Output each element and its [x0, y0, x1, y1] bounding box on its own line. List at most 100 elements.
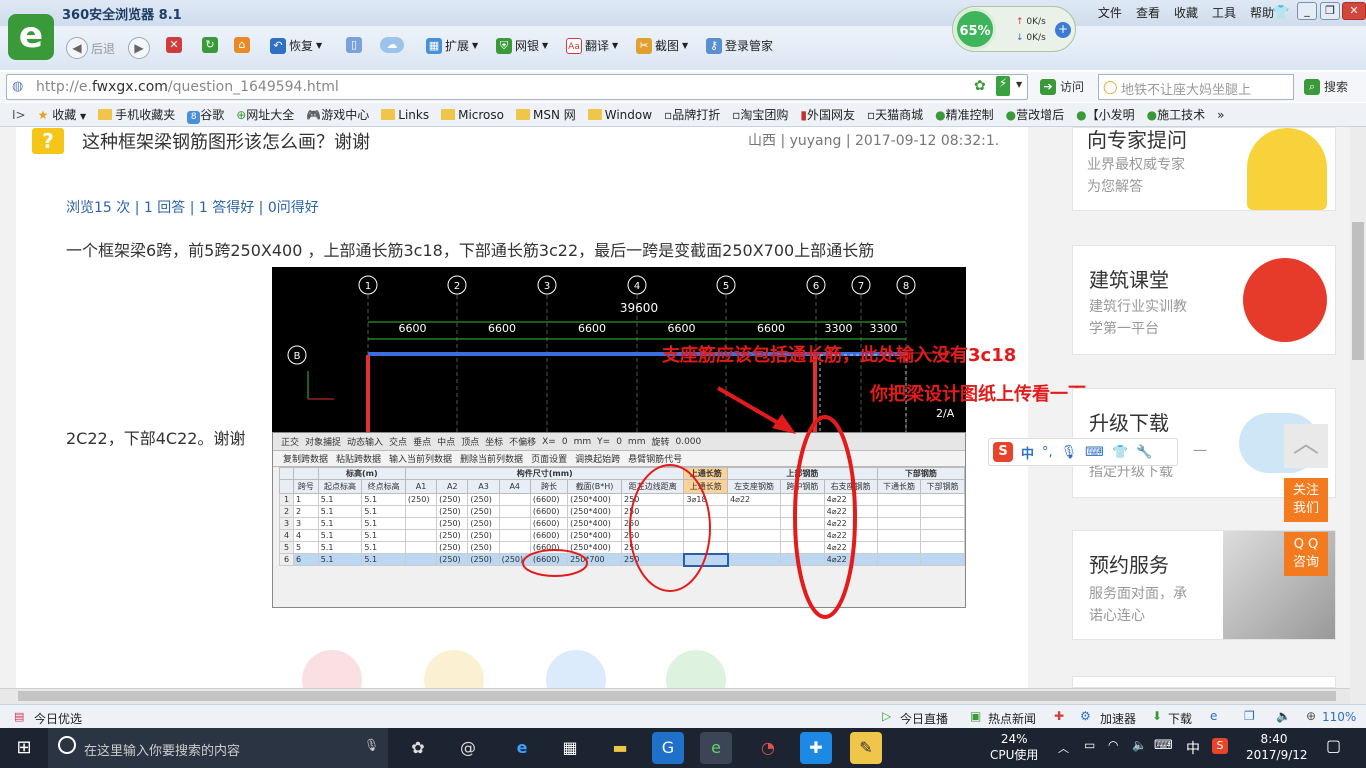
edge-icon[interactable]: e	[506, 732, 538, 764]
minimize-button[interactable]: _	[1297, 2, 1317, 20]
table-cell[interactable]: 5.1	[317, 529, 363, 542]
table-cell[interactable]: 5.1	[317, 517, 363, 530]
search-engine-icon[interactable]: ◯	[1103, 80, 1118, 95]
table-cell[interactable]: (6600)	[529, 529, 569, 542]
url-text[interactable]: http://e.fwxgx.com/question_1649594.html	[36, 79, 339, 95]
table-cell[interactable]: (250)	[498, 553, 531, 566]
wrench-icon[interactable]: 🔧	[1136, 445, 1152, 460]
table-cell[interactable]: 5.1	[317, 493, 363, 506]
table-cell[interactable]: (250)	[436, 553, 469, 566]
table-cell[interactable]	[727, 505, 782, 518]
speaker-icon[interactable]: 🔈	[1132, 738, 1147, 752]
cpu-usage[interactable]: 24% CPU使用	[990, 731, 1038, 763]
bookmark-construction[interactable]: ●施工技术	[1147, 106, 1206, 123]
ime-language[interactable]: 中	[1021, 443, 1034, 462]
table-cell[interactable]: 3	[293, 517, 319, 530]
table-cell[interactable]	[920, 553, 965, 566]
table-cell[interactable]: (250*400)	[567, 505, 623, 518]
ime-indicator[interactable]: 中	[1186, 738, 1200, 758]
bookmark-windows[interactable]: Window	[587, 108, 652, 122]
file-explorer-icon[interactable]: ▬	[604, 732, 636, 764]
tool-item[interactable]: mm	[574, 437, 592, 447]
table-row[interactable]: 6 6 5.1 5.1 (250) (250) (250) (6600) 250*700 250 4…	[279, 552, 965, 567]
table-cell[interactable]	[404, 505, 438, 518]
grid-action[interactable]: 删除当前列数据	[460, 452, 523, 465]
zoom-level[interactable]: 110%	[1322, 710, 1356, 724]
skin-icon[interactable]: 👕	[1112, 445, 1128, 460]
vertical-scroll-thumb[interactable]	[1352, 222, 1364, 360]
table-cell[interactable]: (6600)	[529, 493, 569, 506]
table-cell[interactable]	[920, 529, 965, 542]
tool-item[interactable]: 交点	[389, 435, 407, 448]
table-cell[interactable]: (6600)	[529, 517, 569, 530]
table-cell[interactable]: 4⌀22	[823, 493, 878, 506]
table-cell[interactable]: 4⌀22	[823, 553, 878, 566]
qq-consult-button[interactable]: Q Q 咨询	[1284, 532, 1328, 576]
table-cell[interactable]: (6600)	[529, 541, 569, 554]
table-cell[interactable]	[780, 529, 825, 542]
tool-item[interactable]: 中点	[437, 435, 455, 448]
clock[interactable]: 8:40 2017/9/12	[1246, 731, 1308, 763]
status-download[interactable]: 下载	[1168, 710, 1192, 727]
table-cell[interactable]	[682, 552, 729, 567]
table-cell[interactable]	[683, 541, 729, 554]
cloud-button[interactable]: ☁	[380, 37, 404, 53]
horizontal-scroll-thumb[interactable]	[18, 691, 1336, 701]
task-view-icon[interactable]: ✿	[402, 732, 434, 764]
table-cell[interactable]: (250*400)	[567, 493, 623, 506]
search-button[interactable]: ⌕ 搜索	[1304, 78, 1348, 95]
table-cell[interactable]	[920, 505, 965, 518]
close-button[interactable]: ✕	[1342, 2, 1366, 20]
microphone-icon[interactable]: 🎙	[1061, 445, 1078, 460]
table-cell[interactable]	[876, 517, 922, 530]
restore-button[interactable]: ↶ 恢复 ▼	[270, 37, 322, 54]
ime-toolbar[interactable]: S 中 °, 🎙 ⌨ 👕 🔧	[988, 438, 1178, 466]
memory-usage-badge[interactable]: 65%	[954, 8, 996, 50]
table-cell[interactable]	[780, 553, 825, 566]
bookmark-microsoft[interactable]: Microso	[441, 108, 504, 122]
medkit-icon[interactable]: ✚	[1054, 709, 1064, 723]
table-cell[interactable]: 5.1	[317, 541, 363, 554]
table-cell[interactable]: 5.1	[361, 517, 406, 530]
volume-icon[interactable]: 🔈	[1276, 709, 1291, 723]
swirl-app-icon[interactable]: @	[452, 732, 484, 764]
table-cell[interactable]	[876, 505, 922, 518]
bookmark-vat[interactable]: ●营改增后	[1006, 106, 1065, 123]
table-cell[interactable]: 250	[621, 541, 685, 554]
notes-icon[interactable]: ✎	[850, 732, 882, 764]
tool-item[interactable]: 动态输入	[347, 435, 383, 448]
back-to-top-button[interactable]: ︿	[1284, 424, 1328, 468]
table-cell[interactable]: (250*400)	[567, 529, 623, 542]
question-stats[interactable]: 浏览15 次 | 1 回答 | 1 答得好 | 0问得好	[66, 197, 319, 217]
app-plus-icon[interactable]: ✚	[800, 732, 832, 764]
table-cell[interactable]	[404, 541, 438, 554]
punctuation-icon[interactable]: °,	[1042, 445, 1053, 460]
table-cell[interactable]	[683, 505, 729, 518]
table-cell[interactable]	[920, 541, 965, 554]
tool-item[interactable]: Y=	[597, 437, 610, 447]
table-cell[interactable]: (250)	[436, 541, 469, 554]
back-button[interactable]: ◀ 后退	[66, 37, 115, 59]
home-button[interactable]: ⌂	[234, 37, 250, 53]
table-cell[interactable]: 5.1	[361, 505, 406, 518]
app-swirl-icon[interactable]: ◔	[752, 732, 784, 764]
table-cell[interactable]	[498, 493, 531, 506]
table-cell[interactable]: 5	[293, 541, 319, 554]
bookmark-google[interactable]: 8 谷歌	[187, 106, 224, 124]
extend-button[interactable]: ▦ 扩展 ▼	[426, 37, 478, 54]
bookmark-taobao[interactable]: ▫淘宝团购	[732, 106, 788, 123]
grid-action[interactable]: 页面设置	[531, 452, 567, 465]
search-input[interactable]: 地铁不让座大妈坐腿上	[1098, 74, 1294, 100]
table-cell[interactable]	[404, 517, 438, 530]
table-cell[interactable]: 4⌀22	[823, 529, 878, 542]
forward-button[interactable]: ▶	[128, 37, 150, 59]
menu-view[interactable]: 查看	[1136, 4, 1160, 21]
table-cell[interactable]: 250	[621, 529, 685, 542]
table-cell[interactable]	[683, 529, 729, 542]
table-cell[interactable]	[780, 517, 825, 530]
refresh-button[interactable]: ↻	[202, 37, 218, 53]
table-cell[interactable]: (250)	[467, 541, 500, 554]
table-cell[interactable]	[727, 529, 782, 542]
table-row[interactable]: 2 2 5.1 5.1 (250) (250) (6600) (250*400) 250 4⌀22	[279, 505, 965, 518]
plus-icon[interactable]: +	[1055, 22, 1071, 38]
